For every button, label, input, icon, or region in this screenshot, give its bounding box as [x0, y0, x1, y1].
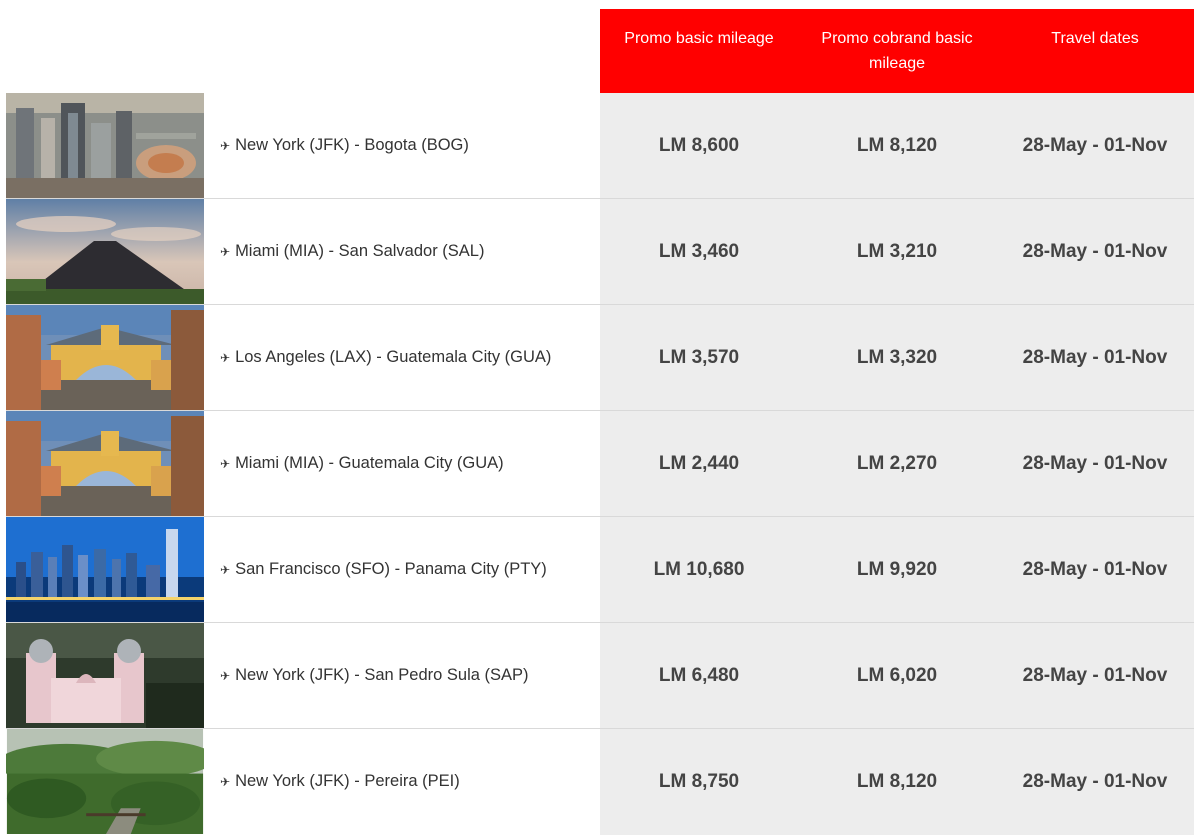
travel-dates-value: 28-May - 01-Nov — [1022, 452, 1168, 474]
airplane-icon: ✈ — [220, 244, 231, 259]
route-text: San Francisco (SFO) - Panama City (PTY) — [235, 560, 547, 578]
coffee-landscape-image — [6, 729, 204, 834]
table-row: ✈ New York (JFK) - Bogota (BOG) LM 8,600… — [6, 93, 1194, 199]
travel-dates-value: 28-May - 01-Nov — [1022, 240, 1168, 262]
airplane-icon: ✈ — [220, 456, 231, 471]
table-row: ✈ Miami (MIA) - San Salvador (SAL) LM 3,… — [6, 199, 1194, 305]
promo-cobrand-value: LM 3,320 — [856, 346, 938, 368]
promo-cobrand-value: LM 9,920 — [856, 558, 938, 580]
promo-cobrand-value: LM 8,120 — [856, 134, 938, 156]
promo-cobrand-value: LM 2,270 — [856, 452, 938, 474]
airplane-icon: ✈ — [220, 774, 231, 789]
route-text: New York (JFK) - Bogota (BOG) — [235, 136, 469, 154]
promo-cobrand-value: LM 3,210 — [856, 240, 938, 262]
route-label: ✈ New York (JFK) - San Pedro Sula (SAP) — [220, 623, 529, 728]
travel-dates-value: 28-May - 01-Nov — [1022, 558, 1168, 580]
table-row: ✈ New York (JFK) - San Pedro Sula (SAP) … — [6, 623, 1194, 729]
promo-basic-value: LM 10,680 — [653, 558, 745, 580]
airplane-icon: ✈ — [220, 350, 231, 365]
route-text: New York (JFK) - San Pedro Sula (SAP) — [235, 666, 529, 684]
airplane-icon: ✈ — [220, 668, 231, 683]
route-text: New York (JFK) - Pereira (PEI) — [235, 772, 460, 790]
promo-basic-value: LM 8,750 — [658, 770, 740, 792]
header-promo-basic-mileage: Promo basic mileage — [600, 9, 798, 93]
antigua-arch-image — [6, 305, 204, 410]
table-row: ✈ New York (JFK) - Pereira (PEI) LM 8,75… — [6, 729, 1194, 835]
travel-dates-value: 28-May - 01-Nov — [1022, 664, 1168, 686]
airplane-icon: ✈ — [220, 138, 231, 153]
volcano-image — [6, 199, 204, 304]
travel-dates-value: 28-May - 01-Nov — [1022, 770, 1168, 792]
route-text: Miami (MIA) - San Salvador (SAL) — [235, 242, 485, 260]
header-travel-dates: Travel dates — [996, 9, 1194, 93]
route-label: ✈ New York (JFK) - Bogota (BOG) — [220, 93, 469, 198]
promo-basic-value: LM 3,570 — [658, 346, 740, 368]
airplane-icon: ✈ — [220, 562, 231, 577]
travel-dates-value: 28-May - 01-Nov — [1022, 134, 1168, 156]
promo-cobrand-value: LM 6,020 — [856, 664, 938, 686]
route-label: ✈ New York (JFK) - Pereira (PEI) — [220, 729, 460, 834]
promo-basic-value: LM 8,600 — [658, 134, 740, 156]
route-label: ✈ Miami (MIA) - San Salvador (SAL) — [220, 199, 484, 304]
bogota-city-aerial-image — [6, 93, 204, 198]
travel-dates-value: 28-May - 01-Nov — [1022, 346, 1168, 368]
promo-basic-value: LM 2,440 — [658, 452, 740, 474]
antigua-arch-image — [6, 411, 204, 516]
table-row: ✈ Los Angeles (LAX) - Guatemala City (GU… — [6, 305, 1194, 411]
panama-skyline-image — [6, 517, 204, 622]
route-label: ✈ San Francisco (SFO) - Panama City (PTY… — [220, 517, 547, 622]
route-text: Los Angeles (LAX) - Guatemala City (GUA) — [235, 348, 552, 366]
promo-basic-value: LM 6,480 — [658, 664, 740, 686]
route-label: ✈ Miami (MIA) - Guatemala City (GUA) — [220, 411, 504, 516]
table-row: ✈ San Francisco (SFO) - Panama City (PTY… — [6, 517, 1194, 623]
promo-basic-value: LM 3,460 — [658, 240, 740, 262]
route-label: ✈ Los Angeles (LAX) - Guatemala City (GU… — [220, 305, 551, 410]
table-row: ✈ Miami (MIA) - Guatemala City (GUA) LM … — [6, 411, 1194, 517]
route-text: Miami (MIA) - Guatemala City (GUA) — [235, 454, 504, 472]
header-promo-cobrand-basic-mileage: Promo cobrand basic mileage — [798, 9, 996, 93]
promo-cobrand-value: LM 8,120 — [856, 770, 938, 792]
cathedral-image — [6, 623, 204, 728]
